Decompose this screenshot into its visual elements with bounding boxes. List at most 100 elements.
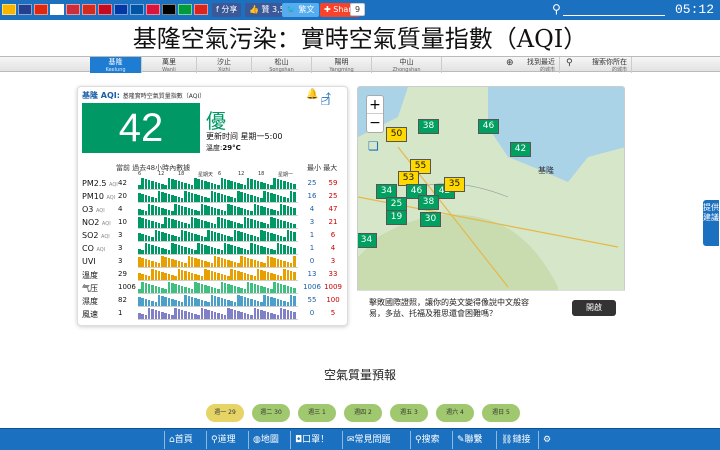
bottom-nav-faq[interactable]: ✉常見問題 — [342, 431, 410, 449]
pollutant-label: UVI — [82, 257, 96, 266]
ad-banner[interactable]: 擊敗國際證照，讓你的英文變得像說中文般容易，多益、托福及雅思還會困難嗎？ 開啟 — [357, 290, 625, 326]
language-flag-icon[interactable] — [194, 4, 208, 15]
forecast-day[interactable]: 週一 29 — [206, 404, 244, 422]
history-bar — [200, 244, 204, 254]
language-flag-icon[interactable] — [66, 4, 80, 15]
language-flag-icon[interactable] — [114, 4, 128, 15]
history-bar — [154, 198, 158, 202]
facebook-share-button[interactable]: f 分享 — [212, 3, 242, 17]
bottom-nav-links[interactable]: ⛓鏈接 — [496, 431, 538, 449]
history-bar — [227, 260, 230, 267]
bell-icon[interactable]: 🔔 — [306, 89, 318, 100]
language-flag-icon[interactable] — [178, 4, 192, 15]
zoom-in-button[interactable]: + — [367, 96, 383, 114]
history-bar — [223, 211, 227, 215]
history-bar — [151, 221, 154, 228]
history-bar — [184, 287, 187, 293]
bottom-nav-search[interactable]: ⚲搜索 — [410, 431, 452, 449]
language-flag-icon[interactable] — [162, 4, 176, 15]
language-flag-icon[interactable] — [50, 4, 64, 15]
forecast-day[interactable]: 週六 4 — [436, 404, 474, 422]
history-bar — [171, 299, 174, 306]
nav-item-nearest-city[interactable]: ⊕ 找到最近 的城市 — [500, 57, 560, 73]
history-bar — [230, 237, 233, 241]
history-bar — [144, 219, 148, 228]
nav-sublabel: Keelung — [105, 67, 126, 73]
history-bar — [180, 182, 184, 189]
history-bar — [141, 234, 144, 241]
aqi-marker[interactable]: 38 — [418, 119, 439, 134]
nav-item-keelung[interactable]: 基隆 Keelung — [90, 57, 142, 73]
language-flag-icon[interactable] — [2, 4, 16, 15]
history-bar — [171, 219, 174, 228]
forecast-day[interactable]: 週三 1 — [298, 404, 336, 422]
history-bar — [204, 181, 207, 189]
forecast-day[interactable]: 週五 3 — [390, 404, 428, 422]
bottom-nav-contact[interactable]: ✎聯繫 — [452, 431, 496, 449]
history-bar — [187, 296, 191, 306]
facebook-share-label: 分享 — [221, 5, 238, 14]
history-bar — [197, 259, 200, 267]
pollutant-unit: AQI — [106, 195, 116, 201]
aqi-marker[interactable]: 34 — [358, 233, 377, 248]
settings-button[interactable]: ⚙ — [538, 431, 558, 449]
forecast-day[interactable]: 週四 2 — [344, 404, 382, 422]
history-bar — [230, 269, 233, 280]
bottom-nav-map[interactable]: ◍地圖 — [248, 431, 290, 449]
aqi-marker[interactable]: 46 — [478, 119, 499, 134]
history-bar — [233, 310, 237, 319]
aqi-marker[interactable]: 30 — [420, 212, 441, 227]
forecast-day[interactable]: 週二 30 — [252, 404, 290, 422]
aqi-marker[interactable]: 42 — [510, 142, 531, 157]
history-bar — [250, 179, 253, 189]
language-flag-icon[interactable] — [98, 4, 112, 15]
history-bar — [210, 311, 214, 319]
nav-item-zhongshan[interactable]: 中山 Zhongshan — [372, 57, 442, 73]
language-flag-icon[interactable] — [34, 4, 48, 15]
ad-open-button[interactable]: 開啟 — [572, 300, 616, 316]
history-bar — [147, 300, 151, 306]
history-bar — [197, 211, 200, 215]
aqi-marker[interactable]: 19 — [386, 210, 407, 225]
history-bar — [237, 311, 240, 319]
bottom-nav-about[interactable]: ⚲道理 — [206, 431, 248, 449]
layers-icon[interactable]: ❏ — [368, 139, 379, 153]
search-icon[interactable]: ⚲ — [552, 2, 561, 16]
nav-item-yangming[interactable]: 陽明 Yangming — [312, 57, 372, 73]
nav-item-search-city[interactable]: ⚲ 搜索你所在 的城市 — [560, 57, 632, 73]
history-bar — [171, 211, 174, 215]
aqi-marker[interactable]: 35 — [444, 177, 465, 192]
temperature: 溫度:29°C — [206, 143, 241, 153]
forecast-day[interactable]: 週日 5 — [482, 404, 520, 422]
aqi-marker[interactable]: 50 — [386, 127, 407, 142]
bottom-nav-home[interactable]: ⌂首頁 — [164, 431, 206, 449]
search-input[interactable] — [563, 4, 665, 16]
history-bar — [227, 180, 230, 189]
history-row: NO2 AQI 10 3 21 — [82, 217, 344, 229]
history-bar — [253, 284, 257, 293]
history-bar — [157, 295, 161, 306]
top-bar: f 分享 👍 贊 3,592 🐦 繁文 ✚ Share 9 ⚲ 05:12 — [0, 0, 720, 20]
history-bar — [180, 222, 184, 228]
nav-item-songshan[interactable]: 松山 Songshan — [252, 57, 312, 73]
twitter-share-button[interactable]: 🐦 繁文 — [282, 3, 319, 17]
language-flag-icon[interactable] — [146, 4, 160, 15]
nav-item-wanli[interactable]: 萬里 Wanli — [142, 57, 197, 73]
language-flag-icon[interactable] — [130, 4, 144, 15]
aqi-marker[interactable]: 38 — [418, 195, 439, 210]
pollutant-label: PM2.5 AQI — [82, 179, 118, 188]
layers-icon[interactable]: ❐ — [321, 97, 330, 108]
language-flag-icon[interactable] — [82, 4, 96, 15]
nav-item-xizhi[interactable]: 汐止 Xizhi — [197, 57, 252, 73]
zoom-out-button[interactable]: − — [367, 114, 383, 132]
history-bar — [138, 233, 141, 241]
history-bar — [161, 208, 164, 215]
history-bar — [177, 181, 181, 189]
history-bar — [217, 257, 220, 267]
bottom-nav-masks[interactable]: ◘口罩！ — [290, 431, 342, 449]
history-bar — [263, 231, 266, 241]
language-flag-icon[interactable] — [18, 4, 32, 15]
feedback-tab[interactable]: 提供建議 — [703, 200, 719, 246]
history-bar — [237, 231, 240, 241]
history-bar — [273, 218, 276, 228]
